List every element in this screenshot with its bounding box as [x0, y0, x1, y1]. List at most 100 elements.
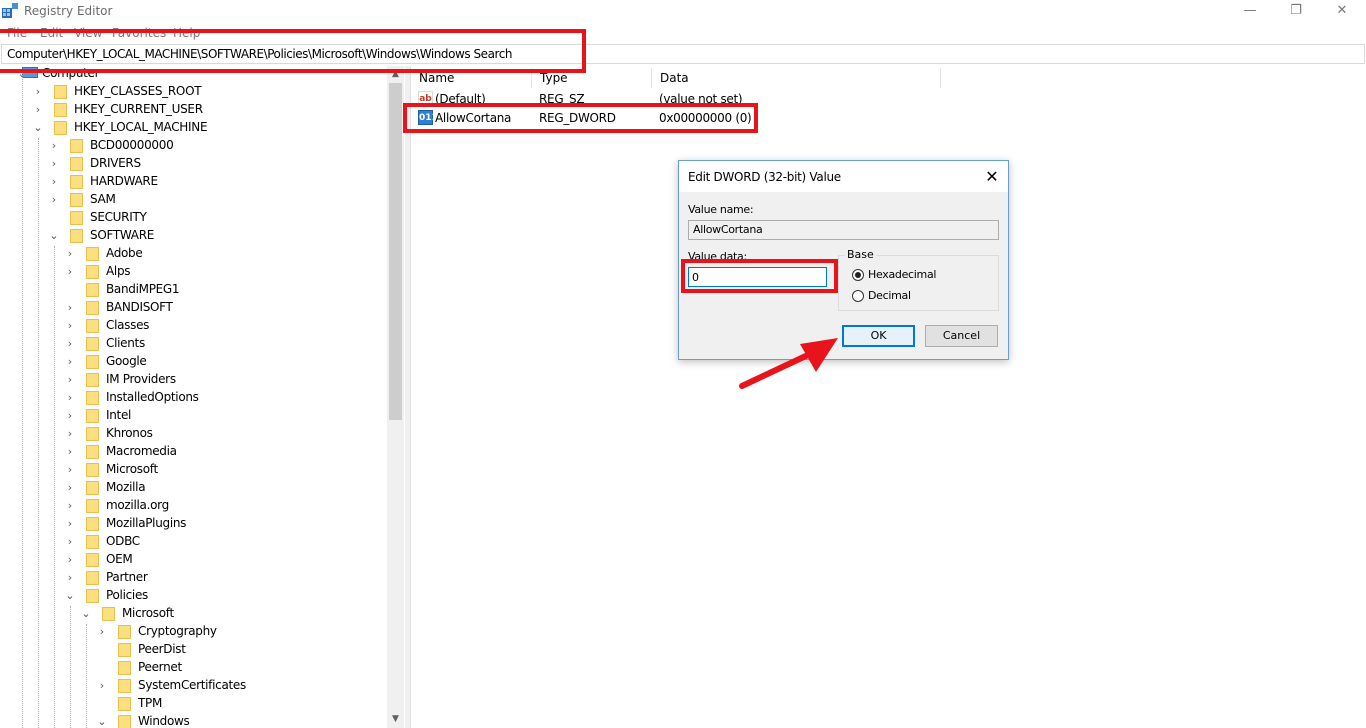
folder-icon [54, 103, 67, 117]
chevron-right-icon[interactable]: › [64, 355, 76, 369]
chevron-right-icon[interactable]: › [32, 85, 44, 99]
tree-item[interactable]: › BANDISOFT [0, 299, 387, 317]
column-data[interactable]: Data [652, 68, 941, 88]
base-label: Base [845, 248, 876, 261]
chevron-down-icon[interactable]: ⌄ [32, 121, 44, 135]
tree-item[interactable]: › MozillaPlugins [0, 515, 387, 533]
chevron-right-icon[interactable]: › [64, 499, 76, 513]
scroll-down-icon[interactable]: ▼ [387, 711, 404, 728]
highlight-allowcortana-row [403, 103, 758, 133]
chevron-right-icon[interactable]: › [48, 193, 60, 207]
chevron-right-icon[interactable]: › [48, 139, 60, 153]
folder-icon [86, 409, 99, 423]
tree-item[interactable]: › Partner [0, 569, 387, 587]
tree-item[interactable]: › SystemCertificates [0, 677, 387, 695]
close-button[interactable]: ✕ [1319, 0, 1365, 24]
tree-item[interactable]: › BCD00000000 [0, 137, 387, 155]
chevron-down-icon[interactable]: ⌄ [80, 607, 92, 621]
chevron-right-icon[interactable]: › [64, 535, 76, 549]
hexadecimal-label[interactable]: Hexadecimal [868, 268, 936, 281]
tree-item[interactable]: ⌄ HKEY_LOCAL_MACHINE [0, 119, 387, 137]
tree-item[interactable]: › Clients [0, 335, 387, 353]
chevron-right-icon[interactable]: › [64, 247, 76, 261]
tree-item[interactable]: ⌄ Windows [0, 713, 387, 728]
tree-guide-line [22, 72, 23, 728]
chevron-right-icon[interactable]: › [64, 319, 76, 333]
chevron-down-icon[interactable]: ⌄ [48, 229, 60, 243]
chevron-right-icon[interactable]: › [64, 463, 76, 477]
chevron-right-icon[interactable]: › [48, 157, 60, 171]
chevron-right-icon[interactable]: › [96, 679, 108, 693]
tree-item-label: Google [106, 354, 147, 368]
tree-item[interactable]: › HKEY_CURRENT_USER [0, 101, 387, 119]
tree-item-label: BandiMPEG1 [106, 282, 180, 296]
tree-item[interactable]: › ODBC [0, 533, 387, 551]
ok-button[interactable]: OK [842, 325, 915, 347]
dialog-close-icon[interactable]: ✕ [978, 164, 1006, 190]
tree-item-label: Microsoft [106, 462, 158, 476]
tree-item[interactable]: › Cryptography [0, 623, 387, 641]
hexadecimal-radio[interactable] [852, 269, 864, 281]
folder-icon [118, 625, 131, 639]
tree-item[interactable]: › DRIVERS [0, 155, 387, 173]
tree-item[interactable]: › HKEY_CLASSES_ROOT [0, 83, 387, 101]
chevron-right-icon[interactable]: › [64, 571, 76, 585]
tree-item[interactable]: TPM [0, 695, 387, 713]
tree-item[interactable]: › InstalledOptions [0, 389, 387, 407]
tree-item[interactable]: ⌄ SOFTWARE [0, 227, 387, 245]
tree-item-label: OEM [106, 552, 133, 566]
tree-item[interactable]: › mozilla.org [0, 497, 387, 515]
tree-item[interactable]: › Khronos [0, 425, 387, 443]
tree-item[interactable]: › Macromedia [0, 443, 387, 461]
decimal-label[interactable]: Decimal [868, 289, 911, 302]
chevron-right-icon[interactable]: › [64, 337, 76, 351]
chevron-right-icon[interactable]: › [64, 409, 76, 423]
chevron-right-icon[interactable]: › [64, 445, 76, 459]
maximize-button[interactable]: ❐ [1273, 0, 1319, 24]
tree-item[interactable]: › OEM [0, 551, 387, 569]
tree-item-label: BCD00000000 [90, 138, 174, 152]
chevron-down-icon[interactable]: ⌄ [96, 715, 108, 728]
tree-item[interactable]: PeerDist [0, 641, 387, 659]
chevron-right-icon[interactable]: › [96, 625, 108, 639]
registry-editor-icon [2, 3, 18, 18]
chevron-right-icon[interactable]: › [32, 103, 44, 117]
chevron-right-icon[interactable]: › [64, 481, 76, 495]
tree-item[interactable]: Peernet [0, 659, 387, 677]
chevron-right-icon[interactable]: › [64, 517, 76, 531]
chevron-right-icon[interactable]: › [64, 427, 76, 441]
tree-item-label: Cryptography [138, 624, 217, 638]
tree-item[interactable]: BandiMPEG1 [0, 281, 387, 299]
tree-item[interactable]: SECURITY [0, 209, 387, 227]
tree-item[interactable]: › HARDWARE [0, 173, 387, 191]
tree-item[interactable]: › Adobe [0, 245, 387, 263]
chevron-right-icon[interactable]: › [64, 553, 76, 567]
tree-item[interactable]: › Mozilla [0, 479, 387, 497]
folder-icon [86, 355, 99, 369]
folder-icon [86, 283, 99, 297]
chevron-right-icon[interactable]: › [64, 301, 76, 315]
decimal-radio[interactable] [852, 290, 864, 302]
tree-item[interactable]: › Google [0, 353, 387, 371]
tree-item[interactable]: › Alps [0, 263, 387, 281]
tree-item[interactable]: › IM Providers [0, 371, 387, 389]
dialog-title: Edit DWORD (32-bit) Value [688, 170, 841, 184]
chevron-right-icon[interactable]: › [64, 265, 76, 279]
tree-item[interactable]: › Intel [0, 407, 387, 425]
tree-item[interactable]: › Microsoft [0, 461, 387, 479]
folder-icon [86, 589, 99, 603]
chevron-right-icon[interactable]: › [48, 175, 60, 189]
minimize-button[interactable]: — [1227, 0, 1273, 24]
chevron-right-icon[interactable]: › [64, 391, 76, 405]
tree-item-label: SAM [90, 192, 116, 206]
folder-icon [102, 607, 115, 621]
tree-item[interactable]: ⌄ Microsoft [0, 605, 387, 623]
tree-item[interactable]: ⌄ Policies [0, 587, 387, 605]
chevron-right-icon[interactable]: › [64, 373, 76, 387]
tree-item[interactable]: › SAM [0, 191, 387, 209]
chevron-down-icon[interactable]: ⌄ [64, 589, 76, 603]
cancel-button[interactable]: Cancel [925, 325, 998, 347]
tree-item[interactable]: › Classes [0, 317, 387, 335]
tree-scrollbar[interactable]: ▲ ▼ [387, 66, 404, 728]
scroll-thumb[interactable] [389, 83, 402, 420]
